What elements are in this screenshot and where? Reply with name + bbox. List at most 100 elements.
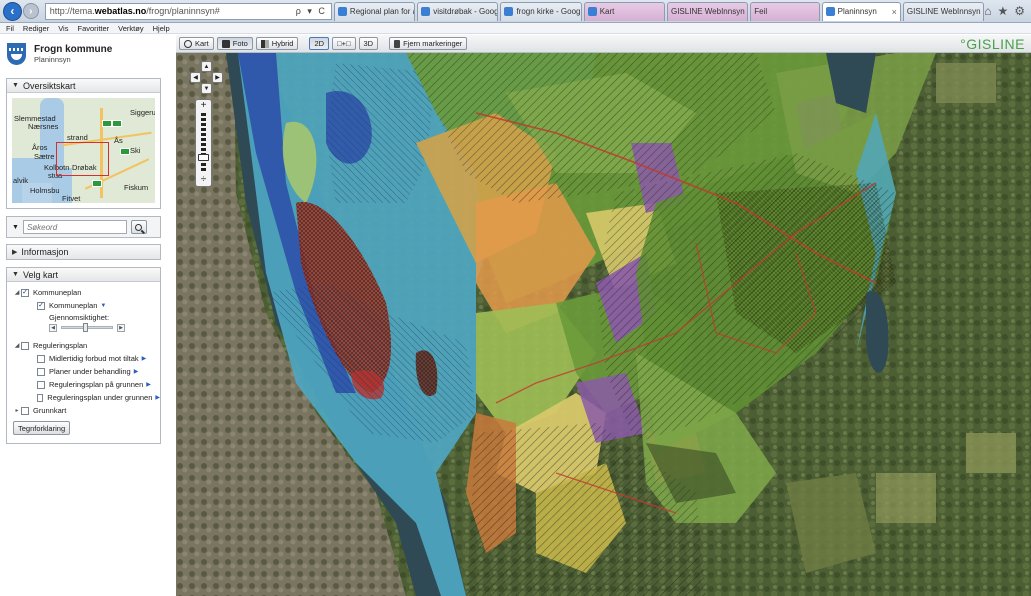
layer-info-arrow-icon[interactable]: ▼ <box>100 303 106 309</box>
layer-checkbox[interactable] <box>37 380 45 389</box>
map-type-kart-button[interactable]: Kart <box>179 37 214 50</box>
layer-regulering-item[interactable]: Midlertidig forbud mot tiltak ▶ <box>7 352 160 365</box>
browser-menu-bar: Fil Rediger Vis Favoritter Verktøy Hjelp <box>0 23 1031 34</box>
regulering-group-checkbox[interactable] <box>21 341 29 350</box>
collapse-triangle-icon: ▼ <box>12 223 19 231</box>
browser-tab-active[interactable]: Planinnsyn × <box>821 1 901 21</box>
layer-regulering-item[interactable]: Reguleringsplan under grunnen ▶ <box>7 391 160 404</box>
map-canvas[interactable] <box>176 53 1031 596</box>
clear-markings-label: Fjern markeringer <box>403 39 463 48</box>
layer-info-arrow-icon[interactable]: ▶ <box>134 368 139 375</box>
legend-button[interactable]: Tegnforklaring <box>13 421 71 435</box>
pan-right-icon[interactable]: ▶ <box>212 72 223 83</box>
tab-close-icon[interactable]: × <box>892 7 897 17</box>
pan-up-icon[interactable]: ▲ <box>201 61 212 72</box>
settings-gear-icon[interactable]: ⚙ <box>1014 4 1025 18</box>
home-icon[interactable]: ⌂ <box>984 4 991 18</box>
menu-verktoy[interactable]: Verktøy <box>118 24 143 33</box>
map-type-hybrid-button[interactable]: Hybrid <box>255 37 299 50</box>
layer-regulering-item[interactable]: Planer under behandling ▶ <box>7 365 160 378</box>
tab-label: Kart <box>599 7 615 16</box>
view-2d-button[interactable]: 2D <box>309 37 330 50</box>
zoom-track[interactable] <box>201 113 206 173</box>
view-split-button[interactable]: □+□ <box>332 37 356 50</box>
layer-info-arrow-icon[interactable]: ▶ <box>155 394 160 401</box>
kommuneplan-group-checkbox[interactable]: ✓ <box>21 288 29 297</box>
layer-kommuneplan-group[interactable]: ◢ ✓ Kommuneplan <box>7 286 160 299</box>
browser-tab[interactable]: Regional plan for are... <box>333 1 416 21</box>
slider-right-icon[interactable]: ▶ <box>117 323 125 332</box>
tab-label: GISLINE WebInnsyn <box>906 7 981 16</box>
layer-kommuneplan[interactable]: ✓ Kommuneplan ▼ <box>7 299 160 312</box>
minimap-label: Sætre <box>34 152 55 161</box>
menu-vis[interactable]: Vis <box>58 24 68 33</box>
browser-tab[interactable]: GISLINE WebInnsyn <box>666 1 749 21</box>
address-bar[interactable]: http://tema. webatlas.no/frogn/planinnsyn… <box>44 2 332 20</box>
browser-toolbar: ‹ › http://tema. webatlas.no/frogn/planin… <box>0 0 1031 23</box>
address-tools-icon[interactable]: ρ ▾ C <box>296 6 327 17</box>
layer-grunnkart[interactable]: ▸ Grunnkart <box>7 404 160 417</box>
pan-down-icon[interactable]: ▼ <box>201 83 212 94</box>
zoom-thumb[interactable] <box>198 154 209 161</box>
slider-left-icon[interactable]: ◀ <box>49 323 57 332</box>
minimap-label: Ås <box>114 136 123 145</box>
minimap-viewbox[interactable] <box>56 142 109 176</box>
overview-panel-header[interactable]: ▼ Oversiktskart <box>7 79 160 93</box>
layer-regulering-group[interactable]: ◢ Reguleringsplan <box>7 339 160 352</box>
browser-tab[interactable]: frogn kirke - Google-... <box>500 1 582 21</box>
map-view[interactable]: ▲ ◀ ▶ ▼ + ÷ <box>176 53 1031 596</box>
tab-label: Planinnsyn <box>837 7 877 16</box>
layer-checkbox[interactable] <box>37 354 45 363</box>
layer-label: Planer under behandling <box>49 367 131 376</box>
tree-expanded-icon[interactable]: ◢ <box>13 342 21 349</box>
zoom-out-icon[interactable]: ÷ <box>196 175 211 185</box>
map-type-foto-button[interactable]: Foto <box>216 37 253 50</box>
tree-collapsed-icon[interactable]: ▸ <box>13 407 21 414</box>
overview-minimap[interactable]: Siggerud Slemmestad Nærsnes strand Ås Sk… <box>12 98 155 203</box>
browser-tab[interactable]: GISLINE WebInnsyn <box>902 1 985 21</box>
kommuneplan-checkbox[interactable]: ✓ <box>37 301 45 310</box>
browser-tab[interactable]: visitdrøbak - Google-... <box>417 1 499 21</box>
back-button[interactable]: ‹ <box>3 1 22 21</box>
minimap-label: Nærsnes <box>28 122 59 131</box>
app-header: Frogn kommune Planinnsyn <box>0 35 176 72</box>
search-button[interactable] <box>130 220 147 234</box>
browser-tab[interactable]: Feil <box>750 1 820 21</box>
menu-hjelp[interactable]: Hjelp <box>153 24 170 33</box>
slider-track[interactable] <box>61 323 113 332</box>
favorites-star-icon[interactable]: ★ <box>997 4 1008 18</box>
forward-button[interactable]: › <box>22 3 39 19</box>
pan-left-icon[interactable]: ◀ <box>190 72 201 83</box>
zoom-slider[interactable]: + ÷ <box>195 99 212 187</box>
browser-icons: ⌂ ★ ⚙ <box>984 4 1025 18</box>
minimap-label: strand <box>67 133 88 142</box>
tab-label: GISLINE WebInnsyn <box>670 7 745 16</box>
layer-checkbox[interactable] <box>37 367 45 376</box>
collapse-triangle-icon: ▼ <box>12 82 19 89</box>
menu-fil[interactable]: Fil <box>6 24 14 33</box>
info-panel-header[interactable]: ▶ Informasjon <box>7 245 160 259</box>
tab-label: Feil <box>754 7 768 16</box>
menu-rediger[interactable]: Rediger <box>23 24 49 33</box>
layer-info-arrow-icon[interactable]: ▶ <box>142 355 147 362</box>
grunnkart-checkbox[interactable] <box>21 406 29 415</box>
layer-label: Reguleringsplan på grunnen <box>49 380 144 389</box>
layers-panel-header[interactable]: ▼ Velg kart <box>7 268 160 282</box>
menu-favoritter[interactable]: Favoritter <box>77 24 109 33</box>
tab-label: visitdrøbak - Google-... <box>433 7 499 16</box>
pan-control[interactable]: ▲ ◀ ▶ ▼ <box>190 61 223 94</box>
layer-tree: ◢ ✓ Kommuneplan ✓ Kommuneplan ▼ Gjennoms… <box>7 282 160 443</box>
trash-icon <box>394 39 401 48</box>
zoom-in-icon[interactable]: + <box>196 101 211 111</box>
layer-info-arrow-icon[interactable]: ▶ <box>146 381 151 388</box>
opacity-slider[interactable]: ◀ ▶ <box>7 322 160 333</box>
layer-checkbox[interactable] <box>37 393 44 402</box>
tree-expanded-icon[interactable]: ◢ <box>13 289 21 296</box>
view-3d-button[interactable]: 3D <box>358 37 379 50</box>
slider-thumb[interactable] <box>82 323 88 332</box>
layer-regulering-item[interactable]: Reguleringsplan på grunnen ▶ <box>7 378 160 391</box>
search-input[interactable] <box>22 220 127 234</box>
tab-favicon-icon <box>825 7 835 16</box>
browser-tab[interactable]: Kart <box>583 1 665 21</box>
clear-markings-button[interactable]: Fjern markeringer <box>389 37 468 50</box>
